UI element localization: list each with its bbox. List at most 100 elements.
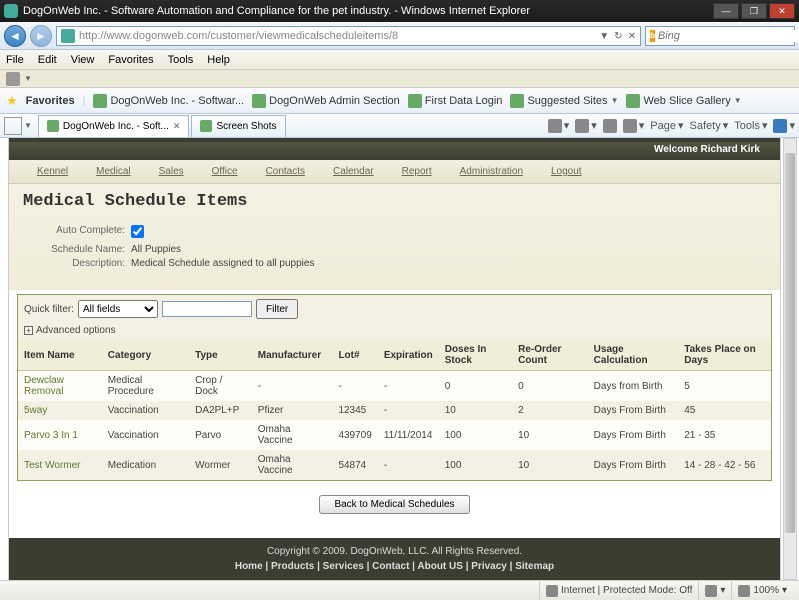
back-to-schedules-button[interactable]: Back to Medical Schedules bbox=[319, 495, 469, 514]
back-button[interactable]: ◄ bbox=[4, 25, 26, 47]
favorites-label[interactable]: Favorites bbox=[26, 95, 75, 107]
address-input[interactable] bbox=[79, 30, 597, 42]
filter-field-select[interactable]: All fields bbox=[78, 300, 158, 318]
fav-suggested[interactable]: Suggested Sites▼ bbox=[510, 94, 618, 108]
mail-icon[interactable] bbox=[603, 119, 617, 133]
chevron-down-icon[interactable]: ▼ bbox=[24, 121, 32, 130]
tools-menu[interactable]: Tools ▾ bbox=[734, 119, 767, 132]
filter-panel: Quick filter: All fields Filter +Advance… bbox=[17, 294, 772, 481]
search-input[interactable] bbox=[658, 30, 799, 42]
site-icon bbox=[93, 94, 107, 108]
close-icon[interactable]: ✕ bbox=[173, 121, 181, 132]
fav-dogonweb[interactable]: DogOnWeb Inc. - Softwar... bbox=[93, 94, 244, 108]
help-icon[interactable]: ▾ bbox=[773, 119, 795, 133]
toolbar-secondary: ▼ bbox=[0, 70, 799, 88]
auto-complete-label: Auto Complete: bbox=[41, 225, 131, 241]
close-button[interactable]: ✕ bbox=[769, 3, 795, 19]
status-security[interactable]: ▾ bbox=[698, 581, 731, 600]
nav-administration[interactable]: Administration bbox=[460, 166, 523, 177]
quicktabs-button[interactable] bbox=[4, 117, 22, 135]
tab-label: DogOnWeb Inc. - Soft... bbox=[63, 121, 169, 132]
table-row[interactable]: Dewclaw RemovalMedical ProcedureCrop / D… bbox=[18, 371, 771, 402]
print-icon[interactable]: ▾ bbox=[623, 119, 645, 133]
filter-text-input[interactable] bbox=[162, 301, 252, 317]
feed-icon[interactable]: ▾ bbox=[575, 119, 597, 133]
item-name-link[interactable]: Parvo 3 In 1 bbox=[18, 420, 102, 450]
ie-icon bbox=[4, 4, 18, 18]
footer-links[interactable]: Home | Products | Services | Contact | A… bbox=[235, 561, 554, 572]
description-label: Description: bbox=[41, 258, 131, 269]
table-row[interactable]: 5wayVaccinationDA2PL+PPfizer12345-102Day… bbox=[18, 401, 771, 420]
menu-tools[interactable]: Tools bbox=[168, 54, 194, 66]
nav-calendar[interactable]: Calendar bbox=[333, 166, 374, 177]
window-title: DogOnWeb Inc. - Software Automation and … bbox=[23, 5, 713, 17]
safety-menu[interactable]: Safety ▾ bbox=[690, 119, 729, 132]
minimize-button[interactable]: — bbox=[713, 3, 739, 19]
app-nav: Kennel Medical Sales Office Contacts Cal… bbox=[9, 160, 780, 184]
status-internet: Internet | Protected Mode: Off bbox=[539, 581, 698, 600]
col-category[interactable]: Category bbox=[102, 340, 189, 371]
favorites-bar: ★ Favorites | DogOnWeb Inc. - Softwar...… bbox=[0, 88, 799, 114]
page-footer: Copyright © 2009. DogOnWeb, LLC. All Rig… bbox=[9, 538, 780, 580]
tab-label: Screen Shots bbox=[216, 121, 276, 132]
nav-medical[interactable]: Medical bbox=[96, 166, 130, 177]
shield-icon bbox=[705, 585, 717, 597]
tab-bar: ▼ DogOnWeb Inc. - Soft... ✕ Screen Shots… bbox=[0, 114, 799, 138]
nav-logout[interactable]: Logout bbox=[551, 166, 582, 177]
vertical-scrollbar[interactable] bbox=[783, 138, 797, 580]
chevron-down-icon: ▼ bbox=[611, 96, 619, 105]
col-manufacturer[interactable]: Manufacturer bbox=[252, 340, 333, 371]
tab-screenshots[interactable]: Screen Shots bbox=[191, 115, 285, 137]
menu-favorites[interactable]: Favorites bbox=[108, 54, 153, 66]
fav-webslice[interactable]: Web Slice Gallery▼ bbox=[626, 94, 741, 108]
col-usage[interactable]: Usage Calculation bbox=[588, 340, 679, 371]
col-days[interactable]: Takes Place on Days bbox=[678, 340, 771, 371]
col-item-name[interactable]: Item Name bbox=[18, 340, 102, 371]
nav-contacts[interactable]: Contacts bbox=[266, 166, 305, 177]
filter-button[interactable]: Filter bbox=[256, 299, 298, 319]
col-type[interactable]: Type bbox=[189, 340, 252, 371]
forward-button[interactable]: ► bbox=[30, 25, 52, 47]
auto-complete-checkbox[interactable] bbox=[131, 225, 144, 238]
fav-firstdata[interactable]: First Data Login bbox=[408, 94, 503, 108]
menu-file[interactable]: File bbox=[6, 54, 24, 66]
tab-dogonweb[interactable]: DogOnWeb Inc. - Soft... ✕ bbox=[38, 115, 190, 137]
nav-kennel[interactable]: Kennel bbox=[37, 166, 68, 177]
col-reorder[interactable]: Re-Order Count bbox=[512, 340, 588, 371]
nav-report[interactable]: Report bbox=[402, 166, 432, 177]
advanced-options-toggle[interactable]: +Advanced options bbox=[18, 323, 771, 340]
zoom-icon bbox=[738, 585, 750, 597]
item-name-link[interactable]: Dewclaw Removal bbox=[18, 371, 102, 402]
col-doses[interactable]: Doses In Stock bbox=[439, 340, 512, 371]
nav-sales[interactable]: Sales bbox=[159, 166, 184, 177]
menu-help[interactable]: Help bbox=[207, 54, 230, 66]
home-icon[interactable]: ▾ bbox=[548, 119, 570, 133]
plus-icon: + bbox=[24, 326, 33, 335]
bing-icon: b bbox=[650, 30, 655, 42]
nav-office[interactable]: Office bbox=[212, 166, 238, 177]
col-expiration[interactable]: Expiration bbox=[378, 340, 439, 371]
star-icon[interactable]: ★ bbox=[6, 93, 18, 109]
item-name-link[interactable]: 5way bbox=[18, 401, 102, 420]
search-box[interactable]: b 🔍 bbox=[645, 26, 795, 46]
menu-view[interactable]: View bbox=[71, 54, 95, 66]
table-row[interactable]: Parvo 3 In 1VaccinationParvoOmaha Vaccin… bbox=[18, 420, 771, 450]
table-row[interactable]: Test WormerMedicationWormerOmaha Vaccine… bbox=[18, 450, 771, 480]
quick-filter-label: Quick filter: bbox=[24, 304, 74, 315]
fav-admin[interactable]: DogOnWeb Admin Section bbox=[252, 94, 400, 108]
page-menu[interactable]: Page ▾ bbox=[650, 119, 683, 132]
globe-icon bbox=[546, 585, 558, 597]
menu-edit[interactable]: Edit bbox=[38, 54, 57, 66]
toolbar-icon[interactable] bbox=[6, 72, 20, 86]
tab-icon bbox=[47, 120, 59, 132]
copyright-text: Copyright © 2009. DogOnWeb, LLC. All Rig… bbox=[9, 546, 780, 557]
maximize-button[interactable]: ❐ bbox=[741, 3, 767, 19]
col-lot[interactable]: Lot# bbox=[332, 340, 377, 371]
site-icon bbox=[510, 94, 524, 108]
address-bar[interactable]: ▼ ↻ ✕ bbox=[56, 26, 641, 46]
item-name-link[interactable]: Test Wormer bbox=[18, 450, 102, 480]
site-icon bbox=[626, 94, 640, 108]
site-icon bbox=[252, 94, 266, 108]
chevron-down-icon[interactable]: ▼ bbox=[24, 74, 32, 83]
zoom-control[interactable]: 100% ▾ bbox=[731, 581, 793, 600]
